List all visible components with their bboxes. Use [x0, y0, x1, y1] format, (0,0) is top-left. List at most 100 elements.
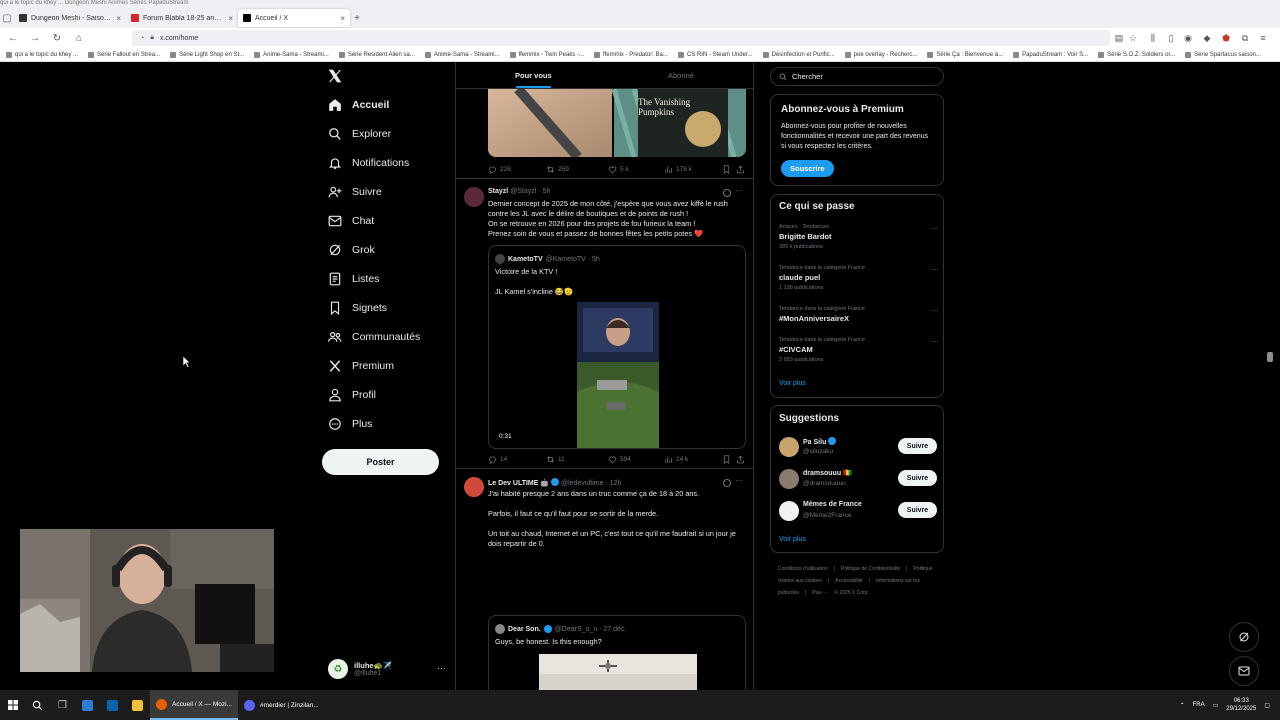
suggestion-name[interactable]: Pa Silu: [803, 439, 826, 446]
share-action[interactable]: [736, 165, 745, 174]
search-button[interactable]: [25, 690, 50, 720]
extensions-icon[interactable]: ⧉: [1240, 33, 1250, 43]
explorer-button[interactable]: [125, 690, 150, 720]
outlook-button[interactable]: [100, 690, 125, 720]
nav-home[interactable]: Accueil: [328, 95, 389, 115]
suggestion-item[interactable]: Mèmes de France @Meme2France Suivre: [779, 501, 939, 523]
library-icon[interactable]: ⫼: [1148, 33, 1158, 43]
reply-action[interactable]: 14: [488, 455, 507, 464]
see-more-link[interactable]: Voir plus: [779, 380, 806, 387]
more-dots-icon[interactable]: ···: [437, 663, 446, 673]
browser-tab[interactable]: Forum Blabla 18-25 ans - jeuxvideo.com ×: [126, 9, 238, 27]
volume-icon[interactable]: ▭: [1213, 702, 1219, 709]
browser-tab[interactable]: Dungeon Meshi - Saison 1 | Anime-Sama ×: [14, 9, 126, 27]
like-action[interactable]: 5 k: [608, 165, 629, 174]
footer-link[interactable]: Politique de Confidentialité: [841, 566, 900, 572]
follow-button[interactable]: Suivre: [898, 502, 937, 518]
quote-video[interactable]: [577, 302, 659, 448]
nav-chat[interactable]: Chat: [328, 211, 374, 231]
nav-grok[interactable]: Grok: [328, 240, 375, 260]
nav-bookmarks[interactable]: Signets: [328, 298, 387, 318]
messages-float-button[interactable]: [1229, 656, 1259, 686]
trend-item[interactable]: Acteurs · Tendances Brigitte Bardot 389 …: [779, 224, 939, 250]
close-icon[interactable]: ×: [340, 14, 345, 23]
taskbar-app-firefox[interactable]: Accueil / X — Mozi...: [150, 690, 238, 720]
footer-link[interactable]: Accessibilité: [835, 578, 863, 584]
avatar[interactable]: [464, 477, 484, 497]
bookmark-item[interactable]: Désinfection et Purific...: [762, 51, 835, 58]
chevron-up-icon[interactable]: ⌃: [1180, 702, 1185, 709]
grok-icon[interactable]: [723, 189, 731, 197]
close-icon[interactable]: ×: [116, 14, 121, 23]
subscribe-button[interactable]: Souscrire: [781, 160, 834, 177]
bookmark-item[interactable]: PapaduStream : Voir S...: [1013, 51, 1088, 58]
bookmark-item[interactable]: poe overlay - Recherc...: [844, 51, 917, 58]
quote-photo[interactable]: [539, 654, 697, 690]
language-indicator[interactable]: FRA: [1193, 702, 1205, 708]
trend-item[interactable]: Tendance dans la catégorie France #CIVCA…: [779, 337, 939, 363]
account-switcher[interactable]: ♻ illuhe🐢✈️ @illuhe1 ···: [328, 657, 446, 681]
bookmark-item[interactable]: Anime-Sama - Streami...: [254, 51, 329, 58]
like-action[interactable]: 594: [608, 455, 631, 464]
grok-icon[interactable]: [723, 479, 731, 487]
taskbar-app-discord[interactable]: #merdier | Zinzilan...: [238, 690, 325, 720]
nav-more[interactable]: Plus: [328, 414, 372, 434]
bookmark-item[interactable]: Série Fallout en Strea...: [88, 51, 160, 58]
avatar[interactable]: [464, 187, 484, 207]
nav-notifications[interactable]: Notifications: [328, 153, 409, 173]
tab-for-you[interactable]: Pour vous: [515, 71, 552, 80]
author-handle[interactable]: @Stayzl · 5h: [510, 188, 550, 195]
start-button[interactable]: [0, 690, 25, 720]
more-dots-icon[interactable]: ···: [931, 306, 939, 315]
new-tab-button[interactable]: +: [350, 11, 364, 25]
nav-profile[interactable]: Profil: [328, 385, 376, 405]
bookmark-star-icon[interactable]: ☆: [1128, 33, 1138, 43]
repost-action[interactable]: 11: [546, 455, 565, 464]
nav-premium[interactable]: Premium: [328, 356, 394, 376]
bookmark-action[interactable]: [722, 165, 731, 174]
tweet[interactable]: Stayzl @Stayzl · 5h ··· Dernier concept …: [456, 179, 753, 469]
quoted-tweet[interactable]: Dear Son. @DearS_o_n · 27 déc. Guys, be …: [488, 615, 746, 690]
home-browser-icon[interactable]: ⌂: [72, 31, 86, 45]
views-action[interactable]: 178 k: [664, 165, 692, 174]
more-dots-icon[interactable]: ···: [931, 265, 939, 274]
back-icon[interactable]: ←: [6, 31, 20, 45]
avatar[interactable]: [779, 437, 799, 457]
author-handle[interactable]: @ledevultime · 12h: [561, 480, 621, 487]
quoted-tweet[interactable]: KametoTV @KametoTV · 5h Victoire de la K…: [488, 245, 746, 449]
suggestion-name[interactable]: Mèmes de France: [803, 501, 862, 508]
bookmark-item[interactable]: Série Ça : Bienvenue à...: [927, 51, 1003, 58]
trend-item[interactable]: Tendance dans la catégorie France claude…: [779, 265, 939, 291]
follow-button[interactable]: Suivre: [898, 470, 937, 486]
bookmark-item[interactable]: Anime-Sama - Streami...: [424, 51, 500, 58]
views-action[interactable]: 24 k: [664, 455, 688, 464]
account-icon[interactable]: ◉: [1183, 33, 1193, 43]
nav-follow[interactable]: Suivre: [328, 182, 382, 202]
tab-following[interactable]: Abonné: [668, 71, 694, 80]
suggestion-item[interactable]: dramsouuu 🇬🇳 @dramsouuuu Suivre: [779, 469, 939, 491]
footer-link[interactable]: Conditions d'utilisation: [778, 566, 828, 572]
grok-float-button[interactable]: [1229, 622, 1259, 652]
search-input[interactable]: Chercher: [770, 67, 944, 86]
bookmark-item[interactable]: qui a le topic du khey ...: [6, 51, 78, 58]
extension-icon[interactable]: ◆: [1202, 33, 1212, 43]
follow-button[interactable]: Suivre: [898, 438, 937, 454]
more-dots-icon[interactable]: ···: [931, 337, 939, 346]
tweet[interactable]: Le Dev ULTIME 🤖 @ledevultime · 12h ··· J…: [456, 469, 753, 690]
avatar[interactable]: [779, 469, 799, 489]
suggestion-item[interactable]: Pa Silu @siluzaku Suivre: [779, 437, 939, 459]
nav-communities[interactable]: Communautés: [328, 327, 420, 347]
nav-lists[interactable]: Listes: [328, 269, 379, 289]
bookmark-item[interactable]: ffemmix - Predator: Ba...: [594, 51, 668, 58]
x-logo-icon[interactable]: [328, 69, 342, 83]
sidebar-icon[interactable]: ▯: [1166, 33, 1176, 43]
reply-action[interactable]: 226: [488, 165, 511, 174]
reader-icon[interactable]: ▤: [1114, 33, 1124, 43]
menu-icon[interactable]: ≡: [1258, 33, 1268, 43]
more-dots-icon[interactable]: ···: [735, 476, 743, 485]
bookmark-item[interactable]: Série Spartacus saison...: [1185, 51, 1261, 58]
share-action[interactable]: [736, 455, 745, 464]
repost-action[interactable]: 259: [546, 165, 569, 174]
bookmark-action[interactable]: [722, 455, 731, 464]
reload-icon[interactable]: ↻: [50, 31, 64, 45]
